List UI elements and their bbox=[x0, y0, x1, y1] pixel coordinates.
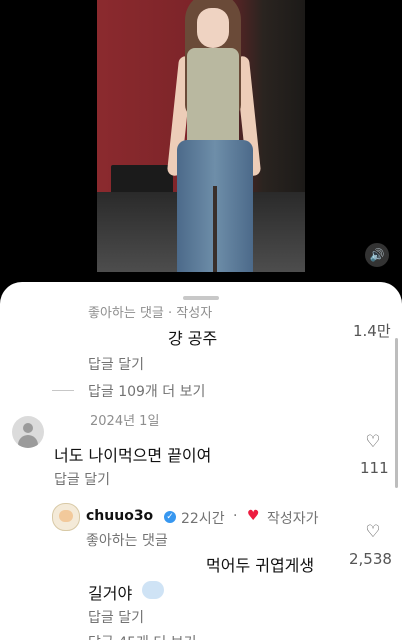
comment-time: 22시간 bbox=[181, 511, 225, 527]
cut-off-date: 2024년 1일 bbox=[90, 414, 160, 429]
video-area[interactable]: 🔊 bbox=[0, 0, 402, 290]
liked-by-author: 작성자가 bbox=[267, 511, 319, 527]
verified-badge-icon: ✓ bbox=[164, 511, 176, 523]
sleeveless-top bbox=[187, 48, 239, 144]
username[interactable]: chuuo3o bbox=[86, 508, 153, 524]
comment-text: 길거야 bbox=[88, 584, 133, 603]
cut-off-name: 걍 공주 bbox=[168, 329, 218, 348]
avatar[interactable] bbox=[52, 503, 80, 531]
performer-figure bbox=[157, 0, 267, 272]
face bbox=[197, 8, 229, 48]
likes-count: 2,538 bbox=[349, 550, 392, 568]
liked-by-author-2: 좋아하는 댓글 bbox=[86, 533, 168, 549]
likes-count: 111 bbox=[360, 459, 389, 477]
separator: · bbox=[233, 508, 238, 524]
comment-text-side: 먹어두 귀엽게생 bbox=[206, 556, 315, 575]
video-thumbnail bbox=[97, 0, 305, 272]
comments-sheet: 좋아하는 댓글 · 작성자 걍 공주 1.4만 답글 달기 답글 109개 더 … bbox=[0, 282, 402, 640]
view-more-replies[interactable]: 답글 45개 더 보기 bbox=[88, 632, 196, 640]
scrollbar[interactable] bbox=[395, 338, 398, 488]
reply-button[interactable]: 답글 달기 bbox=[88, 354, 144, 374]
reply-button[interactable]: 답글 달기 bbox=[88, 607, 144, 627]
sheet-grabber[interactable] bbox=[183, 296, 219, 300]
speaker-icon[interactable]: 🔊 bbox=[365, 243, 389, 267]
cut-off-meta: 좋아하는 댓글 · 작성자 bbox=[88, 306, 213, 321]
jeans bbox=[177, 140, 253, 272]
avatar[interactable] bbox=[12, 416, 44, 448]
comment-text: 너도 나이먹으면 끝이여 bbox=[54, 446, 212, 465]
dash-emoji-icon bbox=[142, 581, 164, 599]
reply-button[interactable]: 답글 달기 bbox=[54, 469, 110, 489]
view-more-replies[interactable]: 답글 109개 더 보기 bbox=[88, 381, 205, 401]
heart-icon[interactable]: ♡ bbox=[363, 522, 383, 542]
heart-filled-icon: ♥ bbox=[247, 508, 260, 524]
heart-icon[interactable]: ♡ bbox=[363, 432, 383, 452]
divider bbox=[52, 390, 74, 391]
likes-count-top: 1.4만 bbox=[353, 322, 391, 340]
